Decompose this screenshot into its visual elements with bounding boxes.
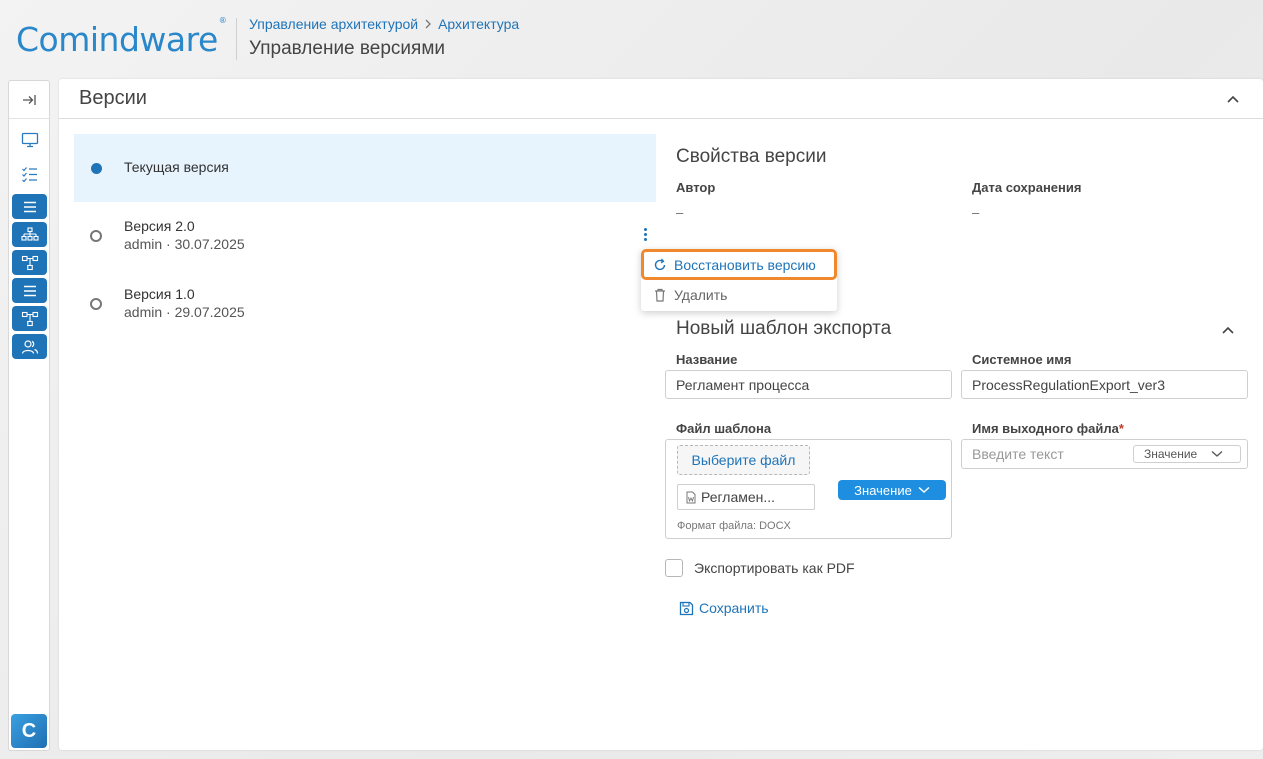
save-date-label: Дата сохранения bbox=[972, 180, 1082, 195]
process-icon bbox=[21, 311, 38, 326]
chevron-down-icon bbox=[1211, 451, 1223, 457]
checklist-icon bbox=[21, 166, 37, 182]
file-format-hint: Формат файла: DOCX bbox=[677, 520, 791, 532]
left-sidebar: C bbox=[8, 80, 50, 751]
monitor-icon bbox=[21, 132, 38, 147]
versions-panel: Версии Текущая версия Версия 2.0 admin ·… bbox=[59, 79, 1263, 750]
context-menu: Восстановить версию Удалить bbox=[641, 249, 837, 311]
version-item-1-0[interactable]: Версия 1.0 admin · 29.07.2025 bbox=[74, 270, 656, 338]
version-meta: admin · 29.07.2025 bbox=[124, 304, 245, 320]
author-label: Автор bbox=[676, 180, 716, 195]
breadcrumb-item-architecture[interactable]: Архитектура bbox=[438, 16, 519, 32]
chevron-right-icon bbox=[424, 17, 432, 32]
version-name: Версия 2.0 bbox=[124, 218, 195, 234]
more-options-icon[interactable] bbox=[641, 226, 649, 242]
app-header: Comindware® Управление архитектурой Архи… bbox=[0, 0, 1263, 78]
sidebar-item-desktop[interactable] bbox=[12, 127, 47, 152]
version-name: Версия 1.0 bbox=[124, 286, 195, 302]
list-icon bbox=[23, 285, 36, 296]
org-chart-icon bbox=[20, 226, 39, 241]
template-file-box: Выберите файл Регламен... Значение Форма… bbox=[665, 439, 952, 539]
process-icon bbox=[21, 255, 38, 270]
export-pdf-label: Экспортировать как PDF bbox=[694, 560, 855, 576]
sidebar-item-process-2[interactable] bbox=[12, 306, 47, 331]
chevron-down-icon bbox=[918, 486, 930, 494]
panel-title: Версии bbox=[79, 87, 147, 109]
uploaded-file-chip[interactable]: Регламен... bbox=[677, 484, 815, 510]
export-template-title: Новый шаблон экспорта bbox=[676, 318, 892, 339]
radio-selected[interactable] bbox=[91, 163, 102, 174]
chevron-up-icon[interactable] bbox=[1221, 323, 1235, 337]
file-value-dropdown[interactable]: Значение bbox=[838, 480, 946, 500]
save-date-value: – bbox=[972, 205, 980, 220]
comindware-logo[interactable]: Comindware® bbox=[16, 16, 227, 59]
save-button[interactable]: Сохранить bbox=[679, 600, 769, 616]
sidebar-item-list-1[interactable] bbox=[12, 194, 47, 219]
name-input[interactable]: Регламент процесса bbox=[665, 370, 952, 399]
version-name: Текущая версия bbox=[124, 159, 229, 175]
output-file-name-label: Имя выходного файла* bbox=[972, 421, 1124, 436]
list-icon bbox=[23, 201, 36, 212]
sidebar-item-tasks[interactable] bbox=[12, 161, 47, 186]
page-title: Управление версиями bbox=[249, 38, 445, 59]
sidebar-item-org-chart[interactable] bbox=[12, 222, 47, 247]
sidebar-item-users[interactable] bbox=[12, 334, 47, 359]
chevron-up-icon[interactable] bbox=[1226, 92, 1240, 106]
export-pdf-checkbox[interactable] bbox=[665, 559, 683, 577]
breadcrumb: Управление архитектурой Архитектура bbox=[249, 16, 519, 32]
word-file-icon bbox=[686, 491, 696, 503]
breadcrumb-item-architecture-management[interactable]: Управление архитектурой bbox=[249, 16, 418, 32]
delete-version-button[interactable]: Удалить bbox=[641, 280, 837, 309]
version-properties-title: Свойства версии bbox=[676, 146, 827, 167]
sidebar-item-process-1[interactable] bbox=[12, 250, 47, 275]
version-item-current[interactable]: Текущая версия bbox=[74, 134, 656, 202]
expand-sidebar-button[interactable] bbox=[9, 81, 49, 119]
output-value-dropdown[interactable]: Значение bbox=[1133, 445, 1241, 463]
author-value: – bbox=[676, 205, 684, 220]
restore-version-button[interactable]: Восстановить версию bbox=[641, 249, 837, 280]
template-file-label: Файл шаблона bbox=[676, 421, 772, 436]
panel-header: Версии bbox=[59, 79, 1263, 119]
comindware-app-icon[interactable]: C bbox=[11, 714, 47, 748]
name-label: Название bbox=[676, 352, 738, 367]
system-name-input[interactable]: ProcessRegulationExport_ver3 bbox=[961, 370, 1248, 399]
system-name-label: Системное имя bbox=[972, 352, 1072, 367]
radio-unselected[interactable] bbox=[90, 230, 102, 242]
sidebar-item-list-2[interactable] bbox=[12, 278, 47, 303]
collapse-arrow-icon bbox=[23, 94, 36, 105]
versions-list: Текущая версия Версия 2.0 admin · 30.07.… bbox=[74, 134, 656, 338]
header-divider bbox=[236, 18, 237, 60]
version-item-2-0[interactable]: Версия 2.0 admin · 30.07.2025 bbox=[74, 202, 656, 270]
choose-file-button[interactable]: Выберите файл bbox=[677, 445, 810, 475]
radio-unselected[interactable] bbox=[90, 298, 102, 310]
users-icon bbox=[21, 339, 38, 354]
save-icon bbox=[679, 601, 694, 615]
trash-icon bbox=[655, 288, 665, 302]
refresh-icon bbox=[654, 258, 666, 270]
version-meta: admin · 30.07.2025 bbox=[124, 236, 245, 252]
